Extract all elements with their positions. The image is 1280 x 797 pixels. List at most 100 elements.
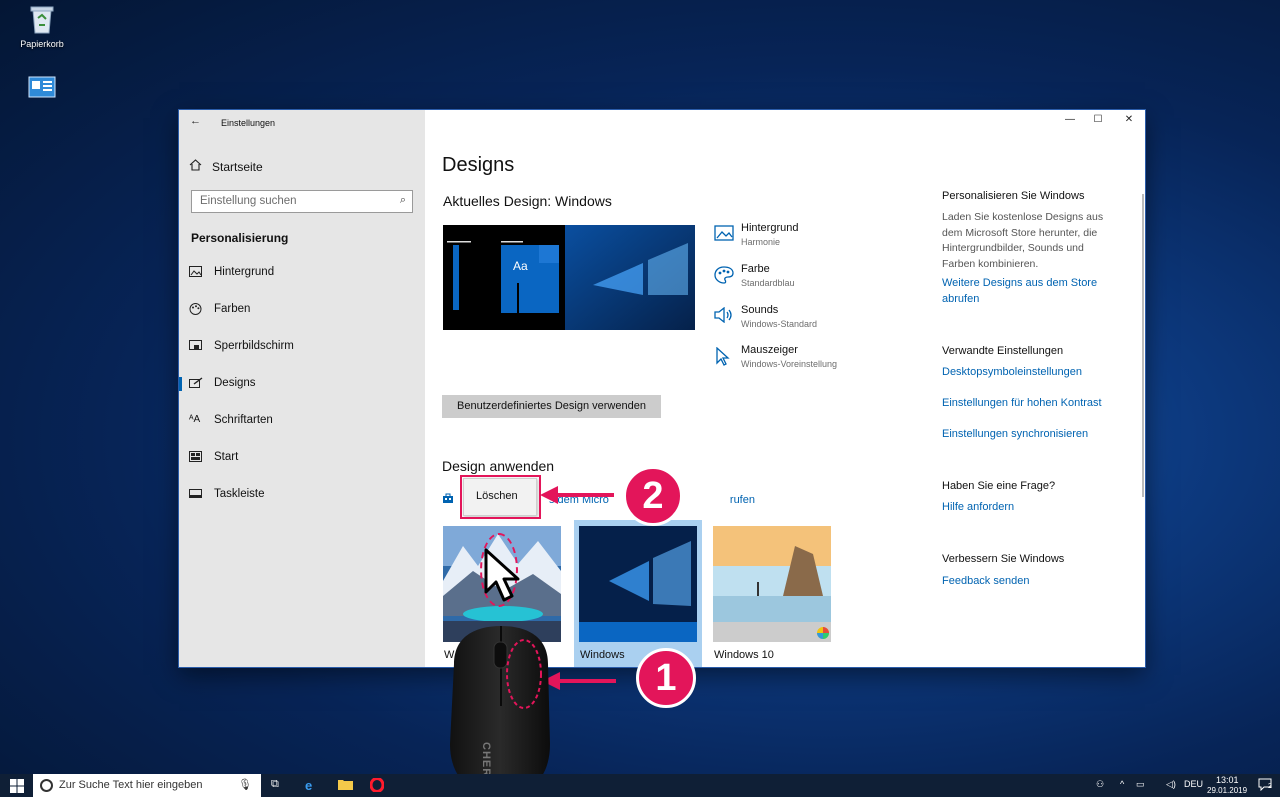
sidebar-item-label: Hintergrund <box>214 266 275 278</box>
language-indicator[interactable]: DEU <box>1184 779 1203 789</box>
sidebar-item-sperrbildschirm[interactable]: Sperrbildschirm <box>189 340 294 352</box>
close-button[interactable]: ✕ <box>1114 114 1144 125</box>
store-link-tail: rufen <box>729 493 755 506</box>
window-title: Einstellungen <box>221 118 276 128</box>
windows-start-icon[interactable] <box>10 779 24 793</box>
design-thumbnail-windows10[interactable]: Windows 10 <box>713 526 831 661</box>
store-more-link[interactable]: Weitere Designs aus dem Store abrufen <box>942 276 1122 307</box>
control-panel-desktop-icon[interactable] <box>12 76 72 103</box>
volume-icon[interactable]: ◁) <box>1166 779 1176 790</box>
network-icon[interactable]: ▭ <box>1136 779 1145 790</box>
sidebar-item-taskleiste[interactable]: Taskleiste <box>189 488 265 500</box>
search-placeholder: Einstellung suchen <box>200 195 297 207</box>
tray-chevron-icon[interactable]: ^ <box>1120 779 1124 789</box>
cursor-icon <box>714 346 734 366</box>
annotation-highlight-frame <box>460 475 541 519</box>
improve-title: Verbessern Sie Windows <box>942 553 1065 565</box>
current-design-preview: Aa <box>443 225 695 330</box>
personalize-title: Personalisieren Sie Windows <box>942 190 1085 202</box>
people-icon[interactable]: ⚇ <box>1096 779 1104 790</box>
designs-icon <box>189 377 203 389</box>
property-title: Mauszeiger <box>741 344 798 356</box>
thumbnail-image <box>579 526 697 642</box>
preview-tile-text: Aa <box>513 259 528 273</box>
property-title: Farbe <box>741 263 770 275</box>
mouse-illustration: CHERRY <box>446 624 556 797</box>
taskbar: Zur Suche Text hier eingeben 🎙 ⧉ e ⚇ ^ ▭… <box>0 774 1280 797</box>
design-thumbnail-windows[interactable]: Windows <box>574 520 702 667</box>
sidebar-item-designs[interactable]: Designs <box>189 377 256 389</box>
sidebar-item-label: Designs <box>214 377 256 389</box>
mouse-pointer-icon <box>482 548 522 609</box>
property-subtitle: Windows-Standard <box>741 319 818 329</box>
annotation-badge-2: 2 <box>623 466 683 526</box>
recycle-bin-desktop-icon[interactable]: Papierkorb <box>12 4 72 49</box>
maximize-button[interactable]: ☐ <box>1083 114 1113 125</box>
scrollbar[interactable] <box>1142 194 1144 497</box>
start-icon <box>189 451 203 463</box>
feedback-link[interactable]: Feedback senden <box>942 574 1122 590</box>
notification-count: 2 <box>1268 783 1272 790</box>
clock-time[interactable]: 13:01 <box>1216 775 1239 785</box>
back-arrow-icon[interactable]: ← <box>190 115 201 127</box>
property-title: Hintergrund <box>741 222 799 234</box>
custom-design-button[interactable]: Benutzerdefiniertes Design verwenden <box>442 395 661 418</box>
palette-icon <box>189 303 203 315</box>
palette-icon <box>714 266 734 284</box>
settings-window: ← Einstellungen Startseite Einstellung s… <box>179 110 1145 667</box>
page-title: Designs <box>442 154 515 176</box>
recycle-bin-icon <box>12 4 72 36</box>
sidebar-item-label: Taskleiste <box>214 488 265 500</box>
property-subtitle: Harmonie <box>741 237 781 247</box>
sidebar-item-farben[interactable]: Farben <box>189 303 250 315</box>
minimize-button[interactable]: — <box>1055 114 1085 125</box>
sidebar-item-hintergrund[interactable]: Hintergrund <box>189 266 274 278</box>
related-title: Verwandte Einstellungen <box>942 345 1064 357</box>
active-indicator <box>179 377 182 391</box>
thumbnail-image <box>713 526 831 642</box>
home-label: Startseite <box>212 159 263 174</box>
settings-search-input[interactable]: Einstellung suchen ⌕ <box>191 190 413 213</box>
annotation-arrow-2 <box>538 484 618 511</box>
home-icon <box>189 159 202 174</box>
font-icon: ᴬA <box>189 414 201 425</box>
question-title: Haben Sie eine Frage? <box>942 480 1056 492</box>
clock-date[interactable]: 29.01.2019 <box>1207 786 1247 795</box>
property-subtitle: Standardblau <box>741 278 795 288</box>
section-title: Personalisierung <box>191 231 289 245</box>
sidebar-item-label: Schriftarten <box>214 414 273 426</box>
microphone-icon[interactable]: 🎙 <box>238 778 252 791</box>
related-link-high-contrast[interactable]: Einstellungen für hohen Kontrast <box>942 396 1122 412</box>
recycle-bin-label: Papierkorb <box>20 39 64 49</box>
annotation-badge-1: 1 <box>636 648 696 708</box>
sidebar-item-label: Farben <box>214 303 251 315</box>
opera-browser-icon[interactable] <box>369 777 385 795</box>
help-link[interactable]: Hilfe anfordern <box>942 500 1122 516</box>
control-panel-icon <box>12 76 72 100</box>
cortana-icon <box>40 779 53 792</box>
sidebar-item-home[interactable]: Startseite <box>189 159 263 174</box>
speaker-icon <box>714 306 734 325</box>
taskbar-search-input[interactable]: Zur Suche Text hier eingeben 🎙 <box>33 774 261 797</box>
picture-icon <box>714 225 734 243</box>
related-link-sync[interactable]: Einstellungen synchronisieren <box>942 427 1122 443</box>
store-icon <box>442 492 454 507</box>
task-view-icon[interactable]: ⧉ <box>271 778 279 791</box>
apply-design-title: Design anwenden <box>442 458 555 474</box>
taskbar-icon <box>189 488 203 500</box>
sidebar-item-schriftarten[interactable]: ᴬA Schriftarten <box>189 414 273 426</box>
sidebar: ← Einstellungen Startseite Einstellung s… <box>179 110 425 667</box>
search-icon[interactable]: ⌕ <box>400 194 406 207</box>
personalize-text: Laden Sie kostenlose Designs aus dem Mic… <box>942 211 1104 270</box>
related-link-desktop-icons[interactable]: Desktopsymboleinstellungen <box>942 365 1122 381</box>
property-title: Sounds <box>741 304 779 316</box>
file-explorer-icon[interactable] <box>338 778 353 793</box>
sidebar-item-label: Sperrbildschirm <box>214 340 294 352</box>
property-subtitle: Windows-Voreinstellung <box>741 359 838 369</box>
image-icon <box>189 266 203 278</box>
sidebar-item-label: Start <box>214 451 239 463</box>
sidebar-item-start[interactable]: Start <box>189 451 238 463</box>
edge-browser-icon[interactable]: e <box>305 778 312 793</box>
current-design-label: Aktuelles Design: Windows <box>443 193 612 209</box>
lockscreen-icon <box>189 340 203 352</box>
